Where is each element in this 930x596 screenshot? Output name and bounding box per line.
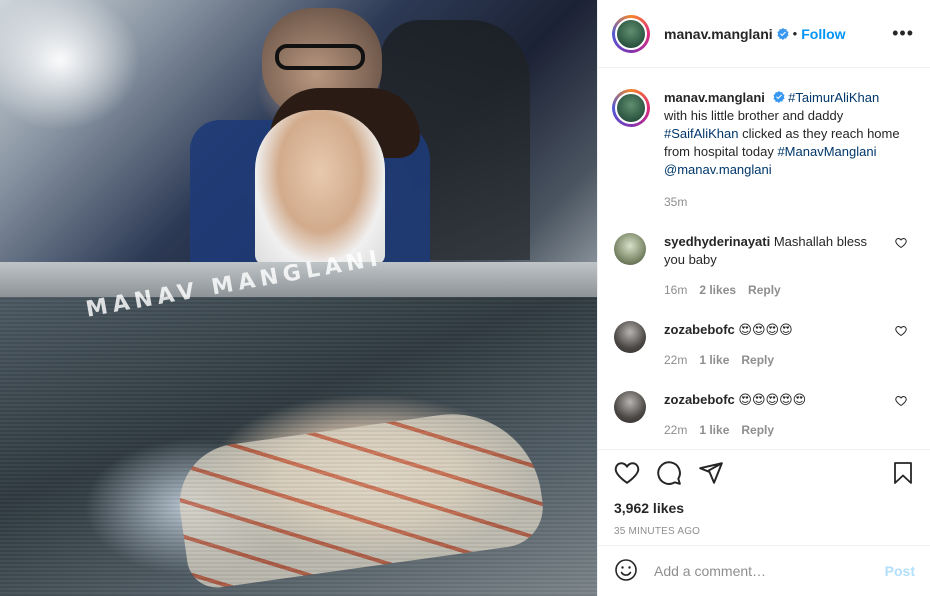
heart-icon[interactable] — [614, 460, 640, 489]
bookmark-icon[interactable] — [891, 460, 915, 489]
like-comment-heart-icon[interactable] — [895, 237, 907, 249]
story-ring[interactable] — [612, 14, 650, 53]
comment-username[interactable]: syedhyderinayati — [664, 234, 770, 249]
post-side-panel: manav.manglani • Follow ••• manav.mangla… — [597, 0, 930, 596]
comment-likes[interactable]: 2 likes — [699, 281, 736, 299]
separator-dot: • — [792, 26, 798, 41]
comment-meta: 16m 2 likes Reply — [664, 281, 884, 299]
comment-icon[interactable] — [656, 460, 682, 489]
comment-body: zozabebofc 😍😍😍😍 22m 1 like Reply — [664, 321, 884, 369]
comment-item: zozabebofc 😍😍😍😍😍 22m 1 like Reply — [612, 391, 915, 439]
mention-link[interactable]: @manav.manglani — [664, 162, 772, 177]
likes-count[interactable]: 3,962 likes — [614, 500, 915, 516]
follow-button[interactable]: Follow — [801, 26, 845, 42]
child-figure — [255, 110, 385, 265]
window-tint — [0, 297, 597, 596]
verified-badge-icon — [777, 27, 789, 40]
action-icons-row — [614, 460, 915, 488]
share-icon[interactable] — [698, 460, 724, 489]
comment-username[interactable]: zozabebofc — [664, 392, 735, 407]
comment-time[interactable]: 16m — [664, 281, 687, 299]
comments-section[interactable]: manav.manglani #TaimurAliKhan with his l… — [598, 69, 930, 449]
caption-avatar[interactable] — [615, 92, 647, 124]
post-header: manav.manglani • Follow ••• — [598, 0, 930, 68]
reply-button[interactable]: Reply — [748, 281, 781, 299]
post-timestamp[interactable]: 35 MINUTES AGO — [614, 526, 915, 537]
comment-text: 😍😍😍😍😍 — [738, 392, 807, 407]
comment-time[interactable]: 22m — [664, 421, 687, 439]
comment-time[interactable]: 22m — [664, 351, 687, 369]
post-actions: 3,962 likes 35 MINUTES AGO — [598, 449, 930, 545]
comment-item: syedhyderinayati Mashallah bless you bab… — [612, 233, 915, 299]
hashtag-link[interactable]: #TaimurAliKhan — [788, 90, 879, 105]
comment-meta: 22m 1 like Reply — [664, 421, 884, 439]
photo-top-car-window — [0, 0, 597, 297]
photo-bottom-car-window — [0, 297, 597, 596]
commenter-avatar[interactable] — [614, 391, 646, 423]
comment-item: zozabebofc 😍😍😍😍 22m 1 like Reply — [612, 321, 915, 369]
header-username[interactable]: manav.manglani — [664, 26, 773, 42]
like-comment-heart-icon[interactable] — [895, 325, 907, 337]
caption-username[interactable]: manav.manglani — [664, 90, 765, 105]
caption-body: manav.manglani #TaimurAliKhan with his l… — [664, 89, 904, 211]
more-options-icon[interactable]: ••• — [892, 23, 914, 44]
post-image[interactable]: MANAV MANGLANI — [0, 0, 597, 596]
comment-text: 😍😍😍😍 — [738, 322, 793, 337]
commenter-avatar[interactable] — [614, 233, 646, 265]
commenter-avatar[interactable] — [614, 321, 646, 353]
comment-body: zozabebofc 😍😍😍😍😍 22m 1 like Reply — [664, 391, 884, 439]
comment-likes[interactable]: 1 like — [699, 421, 729, 439]
reply-button[interactable]: Reply — [741, 421, 774, 439]
comment-likes[interactable]: 1 like — [699, 351, 729, 369]
post-comment-button[interactable]: Post — [885, 563, 915, 579]
hashtag-link[interactable]: #ManavManglani — [777, 144, 876, 159]
comment-body: syedhyderinayati Mashallah bless you bab… — [664, 233, 884, 299]
comment-meta: 22m 1 like Reply — [664, 351, 884, 369]
comment-username[interactable]: zozabebofc — [664, 322, 735, 337]
verified-badge-icon — [772, 91, 785, 103]
like-comment-heart-icon[interactable] — [895, 395, 907, 407]
comment-input[interactable]: Add a comment… — [654, 563, 885, 579]
glasses — [275, 44, 365, 70]
reply-button[interactable]: Reply — [741, 351, 774, 369]
caption: manav.manglani #TaimurAliKhan with his l… — [612, 89, 915, 211]
emoji-icon[interactable] — [614, 558, 638, 585]
caption-text: with his little brother and daddy — [664, 108, 844, 123]
caption-timestamp[interactable]: 35m — [664, 193, 904, 211]
hashtag-link[interactable]: #SaifAliKhan — [664, 126, 738, 141]
add-comment-bar: Add a comment… Post — [598, 545, 930, 596]
avatar[interactable] — [615, 17, 647, 50]
caption-story-ring[interactable] — [612, 89, 650, 127]
